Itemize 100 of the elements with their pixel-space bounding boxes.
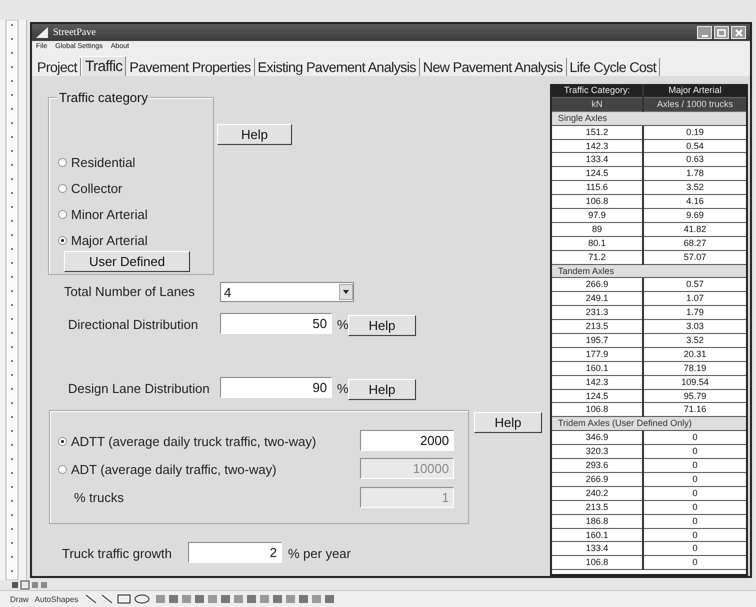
input-field[interactable]: 2000 [360, 430, 454, 451]
table-cell-text: 106.8 [584, 195, 610, 208]
table-cell-text: 177.9 [584, 348, 610, 361]
table-cell-text: 186.8 [584, 514, 610, 528]
table-cell: 20.31 [642, 348, 746, 362]
table-cell: 0 [642, 556, 746, 570]
table-cell-text: 213.5 [584, 320, 610, 334]
table-cell-text: 133.4 [584, 542, 610, 556]
input-field[interactable]: 90 [220, 377, 332, 398]
user-defined-button[interactable]: User Defined [64, 251, 190, 272]
group-label: Traffic category [57, 90, 150, 105]
table-cell: 0 [642, 431, 746, 446]
table-cell: 41.82 [642, 222, 746, 237]
tab[interactable]: Existing Pavement Analysis [254, 58, 420, 76]
table-cell: 1.79 [642, 306, 746, 320]
table-cell-text: 213.5 [584, 500, 610, 514]
table-cell-text: 142.3 [584, 140, 610, 153]
section-header: Tandem Axles [552, 264, 746, 278]
help-button[interactable]: Help [348, 315, 416, 336]
radio-button[interactable] [58, 236, 67, 245]
table-cell: 78.19 [642, 362, 746, 376]
help-button[interactable]: Help [217, 124, 292, 145]
table-cell: 0 [642, 542, 746, 556]
table-cell: 68.27 [642, 236, 746, 251]
table-cell: 1.78 [642, 167, 746, 182]
close-button[interactable] [731, 26, 746, 39]
table-cell-text: 106.8 [584, 403, 610, 416]
input-field[interactable]: 2 [188, 542, 282, 563]
toolbar-menu[interactable]: AutoShapes [34, 594, 78, 604]
table-cell: 0.63 [642, 153, 746, 168]
table-cell-text: 293.6 [584, 459, 610, 472]
help-button[interactable]: Help [348, 379, 416, 400]
table-cell: 3.03 [642, 320, 746, 334]
input-field[interactable]: 50 [220, 313, 332, 334]
table-cell: 0 [642, 486, 746, 501]
table-cell-text: 151.2 [584, 126, 610, 139]
lanes-dropdown[interactable]: 4 [220, 282, 354, 302]
radio-option[interactable]: Major Arterial [58, 233, 148, 248]
table-cell-text: 89 [590, 222, 603, 236]
table-cell-text: 249.1 [584, 292, 610, 306]
radio-option[interactable]: Collector [58, 181, 122, 196]
field-label: Design Lane Distribution [68, 381, 210, 396]
window-title: StreetPave [53, 27, 96, 38]
table-cell-text: 124.5 [584, 390, 610, 403]
unit-label: % [337, 317, 349, 332]
table-cell-text: 346.9 [584, 431, 610, 444]
table-cell: 0 [642, 445, 746, 460]
app-icon [36, 27, 48, 38]
field-label: % trucks [74, 490, 124, 505]
minimize-button[interactable] [697, 26, 712, 39]
help-button[interactable]: Help [474, 412, 542, 433]
table-cell-text: 195.7 [584, 334, 610, 348]
radio-button[interactable] [58, 158, 67, 167]
close-icon [734, 28, 742, 36]
table-cell-text: 160.1 [584, 362, 610, 375]
table-cell-text: 240.2 [584, 486, 610, 500]
table-cell: 9.69 [642, 209, 746, 223]
table-cell: 0.54 [642, 140, 746, 154]
unit-label: % [337, 381, 349, 396]
radio-button[interactable] [58, 184, 67, 193]
table-cell-text: 71.2 [587, 250, 607, 264]
radio-button[interactable] [58, 210, 67, 219]
field-label: Total Number of Lanes [64, 284, 195, 299]
table-header: Traffic Category: [562, 84, 632, 97]
unit-label: % per year [288, 546, 351, 561]
radio-option[interactable]: Residential [58, 155, 136, 170]
field-label: Truck traffic growth [62, 546, 172, 561]
table-cell-text: 142.3 [584, 376, 610, 389]
toolbar-menu[interactable]: Draw [10, 594, 29, 604]
table-cell: 4.16 [642, 195, 746, 210]
tab[interactable]: Traffic [81, 56, 126, 76]
table-cell-text: 160.1 [584, 528, 610, 542]
table-cell: 95.79 [642, 390, 746, 404]
tab[interactable]: New Pavement Analysis [420, 58, 567, 76]
table-cell: 0 [642, 514, 746, 529]
radio-option[interactable]: Minor Arterial [58, 207, 148, 222]
table-cell: 0 [642, 459, 746, 473]
table-cell-text: 266.9 [584, 472, 610, 486]
table-cell-text: 231.3 [584, 306, 610, 320]
table-cell: 0.57 [642, 278, 746, 292]
maximize-button[interactable] [714, 26, 729, 39]
section-header: Tridem Axles (User Defined Only) [552, 417, 746, 432]
table-cell-text: 97.9 [587, 209, 607, 222]
tab[interactable]: Pavement Properties [126, 58, 255, 76]
minimize-icon [702, 34, 708, 36]
column-header: kN [590, 98, 604, 111]
table-cell-text: 266.9 [584, 278, 610, 292]
table-cell: 0 [642, 528, 746, 542]
table-cell: 3.52 [642, 181, 746, 196]
table-cell-text: 320.3 [584, 445, 610, 458]
table-cell-text: 115.6 [585, 181, 609, 194]
table-cell-text: 124.5 [584, 167, 610, 180]
tab[interactable]: Life Cycle Cost [566, 58, 660, 76]
radio-button[interactable] [58, 437, 67, 446]
maximize-icon [717, 28, 726, 36]
table-cell: 1.07 [642, 292, 746, 306]
radio-option[interactable]: ADTT (average daily truck traffic, two-way) [58, 434, 316, 449]
table-cell-text: 106.8 [584, 556, 610, 570]
table-cell-text: 133.4 [584, 153, 610, 166]
section-header: Single Axles [552, 112, 746, 126]
